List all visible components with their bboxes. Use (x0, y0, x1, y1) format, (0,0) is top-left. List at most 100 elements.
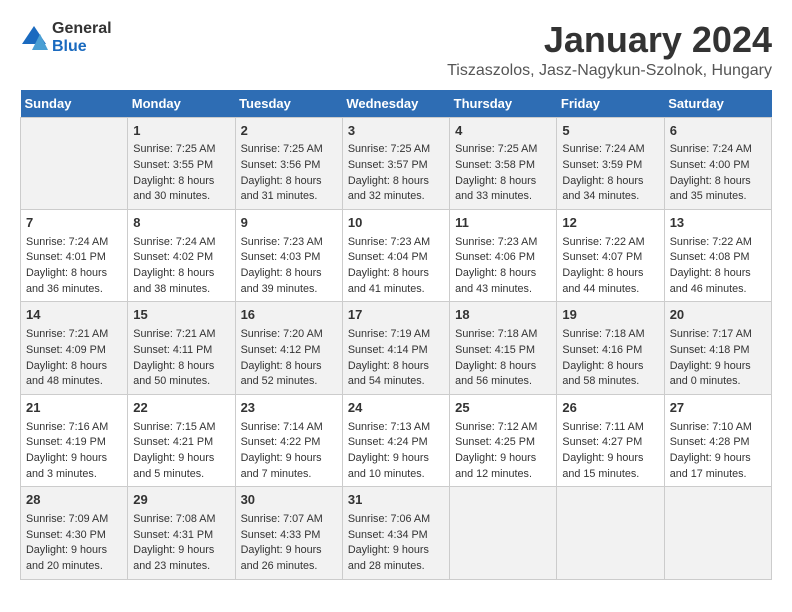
calendar-header-row: SundayMondayTuesdayWednesdayThursdayFrid… (21, 90, 772, 118)
day-number: 30 (241, 491, 337, 510)
calendar-cell: 5Sunrise: 7:24 AM Sunset: 3:59 PM Daylig… (557, 117, 664, 209)
day-number: 18 (455, 306, 551, 325)
week-row-3: 21Sunrise: 7:16 AM Sunset: 4:19 PM Dayli… (21, 394, 772, 486)
calendar-cell (557, 487, 664, 579)
calendar-cell: 18 Sunrise: 7:18 AM Sunset: 4:15 PM Dayli… (450, 302, 557, 394)
header-day-wednesday: Wednesday (342, 90, 449, 118)
calendar-cell (664, 487, 771, 579)
day-info: Sunrise: 7:13 AM Sunset: 4:24 PM Dayligh… (348, 420, 444, 483)
week-row-4: 28 Sunrise: 7:09 AM Sunset: 4:30 PM Dayli… (21, 487, 772, 579)
day-number: 20 (670, 306, 766, 325)
calendar-cell: 11Sunrise: 7:23 AM Sunset: 4:06 PM Dayli… (450, 210, 557, 302)
day-number: 28 (26, 491, 122, 510)
calendar-table: SundayMondayTuesdayWednesdayThursdayFrid… (20, 90, 772, 580)
day-number: 26 (562, 399, 658, 418)
calendar-cell: 29Sunrise: 7:08 AM Sunset: 4:31 PM Dayli… (128, 487, 235, 579)
header-day-thursday: Thursday (450, 90, 557, 118)
day-info: Sunrise: 7:16 AM Sunset: 4:19 PM Dayligh… (26, 420, 122, 483)
day-number: 8 (133, 214, 229, 233)
calendar-cell: 17 Sunrise: 7:19 AM Sunset: 4:14 PM Dayli… (342, 302, 449, 394)
main-title: January 2024 (447, 20, 772, 60)
calendar-cell: 1Sunrise: 7:25 AM Sunset: 3:55 PM Daylig… (128, 117, 235, 209)
calendar-cell: 25 Sunrise: 7:12 AM Sunset: 4:25 PM Dayli… (450, 394, 557, 486)
day-number: 13 (670, 214, 766, 233)
calendar-cell: 8 Sunrise: 7:24 AM Sunset: 4:02 PM Daylig… (128, 210, 235, 302)
day-number: 10 (348, 214, 444, 233)
day-number: 23 (241, 399, 337, 418)
day-info: Sunrise: 7:23 AM Sunset: 4:04 PM Dayligh… (348, 235, 444, 298)
logo-general: General (52, 20, 112, 37)
calendar-cell: 19 Sunrise: 7:18 AM Sunset: 4:16 PM Dayli… (557, 302, 664, 394)
calendar-cell: 23 Sunrise: 7:14 AM Sunset: 4:22 PM Dayli… (235, 394, 342, 486)
day-number: 17 (348, 306, 444, 325)
day-number: 1 (133, 122, 229, 141)
day-info: Sunrise: 7:24 AM Sunset: 4:02 PM Dayligh… (133, 235, 229, 298)
calendar-cell: 3Sunrise: 7:25 AM Sunset: 3:57 PM Daylig… (342, 117, 449, 209)
day-info: Sunrise: 7:15 AM Sunset: 4:21 PM Dayligh… (133, 420, 229, 483)
header-day-sunday: Sunday (21, 90, 128, 118)
calendar-cell: 4Sunrise: 7:25 AM Sunset: 3:58 PM Daylig… (450, 117, 557, 209)
calendar-cell: 26 Sunrise: 7:11 AM Sunset: 4:27 PM Dayli… (557, 394, 664, 486)
day-info: Sunrise: 7:23 AM Sunset: 4:06 PM Dayligh… (455, 235, 551, 298)
calendar-cell: 15Sunrise: 7:21 AM Sunset: 4:11 PM Dayli… (128, 302, 235, 394)
day-number: 7 (26, 214, 122, 233)
day-info: Sunrise: 7:18 AM Sunset: 4:15 PM Dayligh… (455, 327, 551, 390)
calendar-cell: 13 Sunrise: 7:22 AM Sunset: 4:08 PM Dayli… (664, 210, 771, 302)
day-number: 22 (133, 399, 229, 418)
calendar-cell: 6Sunrise: 7:24 AM Sunset: 4:00 PM Daylig… (664, 117, 771, 209)
day-info: Sunrise: 7:12 AM Sunset: 4:25 PM Dayligh… (455, 420, 551, 483)
day-info: Sunrise: 7:21 AM Sunset: 4:09 PM Dayligh… (26, 327, 122, 390)
day-number: 12 (562, 214, 658, 233)
calendar-cell: 28 Sunrise: 7:09 AM Sunset: 4:30 PM Dayli… (21, 487, 128, 579)
calendar-cell: 16Sunrise: 7:20 AM Sunset: 4:12 PM Dayli… (235, 302, 342, 394)
day-number: 24 (348, 399, 444, 418)
day-number: 3 (348, 122, 444, 141)
day-number: 19 (562, 306, 658, 325)
day-info: Sunrise: 7:10 AM Sunset: 4:28 PM Dayligh… (670, 420, 766, 483)
week-row-0: 1Sunrise: 7:25 AM Sunset: 3:55 PM Daylig… (21, 117, 772, 209)
day-number: 14 (26, 306, 122, 325)
calendar-cell: 20 Sunrise: 7:17 AM Sunset: 4:18 PM Dayli… (664, 302, 771, 394)
logo: General Blue (20, 20, 112, 56)
day-info: Sunrise: 7:19 AM Sunset: 4:14 PM Dayligh… (348, 327, 444, 390)
day-number: 5 (562, 122, 658, 141)
logo-blue: Blue (52, 38, 87, 55)
day-info: Sunrise: 7:18 AM Sunset: 4:16 PM Dayligh… (562, 327, 658, 390)
day-number: 9 (241, 214, 337, 233)
header-day-saturday: Saturday (664, 90, 771, 118)
day-number: 31 (348, 491, 444, 510)
calendar-cell: 2Sunrise: 7:25 AM Sunset: 3:56 PM Daylig… (235, 117, 342, 209)
week-row-1: 7 Sunrise: 7:24 AM Sunset: 4:01 PM Daylig… (21, 210, 772, 302)
header-day-tuesday: Tuesday (235, 90, 342, 118)
day-info: Sunrise: 7:17 AM Sunset: 4:18 PM Dayligh… (670, 327, 766, 390)
logo-icon (20, 24, 48, 52)
calendar-cell: 22 Sunrise: 7:15 AM Sunset: 4:21 PM Dayli… (128, 394, 235, 486)
calendar-cell (450, 487, 557, 579)
calendar-cell: 30 Sunrise: 7:07 AM Sunset: 4:33 PM Dayli… (235, 487, 342, 579)
day-info: Sunrise: 7:07 AM Sunset: 4:33 PM Dayligh… (241, 512, 337, 575)
calendar-cell (21, 117, 128, 209)
day-info: Sunrise: 7:22 AM Sunset: 4:08 PM Dayligh… (670, 235, 766, 298)
day-info: Sunrise: 7:24 AM Sunset: 4:01 PM Dayligh… (26, 235, 122, 298)
day-info: Sunrise: 7:25 AM Sunset: 3:56 PM Dayligh… (241, 142, 337, 205)
day-info: Sunrise: 7:14 AM Sunset: 4:22 PM Dayligh… (241, 420, 337, 483)
day-info: Sunrise: 7:11 AM Sunset: 4:27 PM Dayligh… (562, 420, 658, 483)
day-info: Sunrise: 7:25 AM Sunset: 3:58 PM Dayligh… (455, 142, 551, 205)
day-info: Sunrise: 7:09 AM Sunset: 4:30 PM Dayligh… (26, 512, 122, 575)
day-number: 16 (241, 306, 337, 325)
day-number: 27 (670, 399, 766, 418)
calendar-cell: 12Sunrise: 7:22 AM Sunset: 4:07 PM Dayli… (557, 210, 664, 302)
day-number: 6 (670, 122, 766, 141)
subtitle: Tiszaszolos, Jasz-Nagykun-Szolnok, Hunga… (447, 62, 772, 80)
day-info: Sunrise: 7:24 AM Sunset: 4:00 PM Dayligh… (670, 142, 766, 205)
day-info: Sunrise: 7:06 AM Sunset: 4:34 PM Dayligh… (348, 512, 444, 575)
header-day-monday: Monday (128, 90, 235, 118)
day-number: 15 (133, 306, 229, 325)
calendar-cell: 9Sunrise: 7:23 AM Sunset: 4:03 PM Daylig… (235, 210, 342, 302)
calendar-cell: 27 Sunrise: 7:10 AM Sunset: 4:28 PM Dayli… (664, 394, 771, 486)
day-info: Sunrise: 7:24 AM Sunset: 3:59 PM Dayligh… (562, 142, 658, 205)
calendar-cell: 31 Sunrise: 7:06 AM Sunset: 4:34 PM Dayli… (342, 487, 449, 579)
calendar-cell: 21Sunrise: 7:16 AM Sunset: 4:19 PM Dayli… (21, 394, 128, 486)
day-number: 25 (455, 399, 551, 418)
title-block: January 2024 Tiszaszolos, Jasz-Nagykun-S… (447, 20, 772, 80)
